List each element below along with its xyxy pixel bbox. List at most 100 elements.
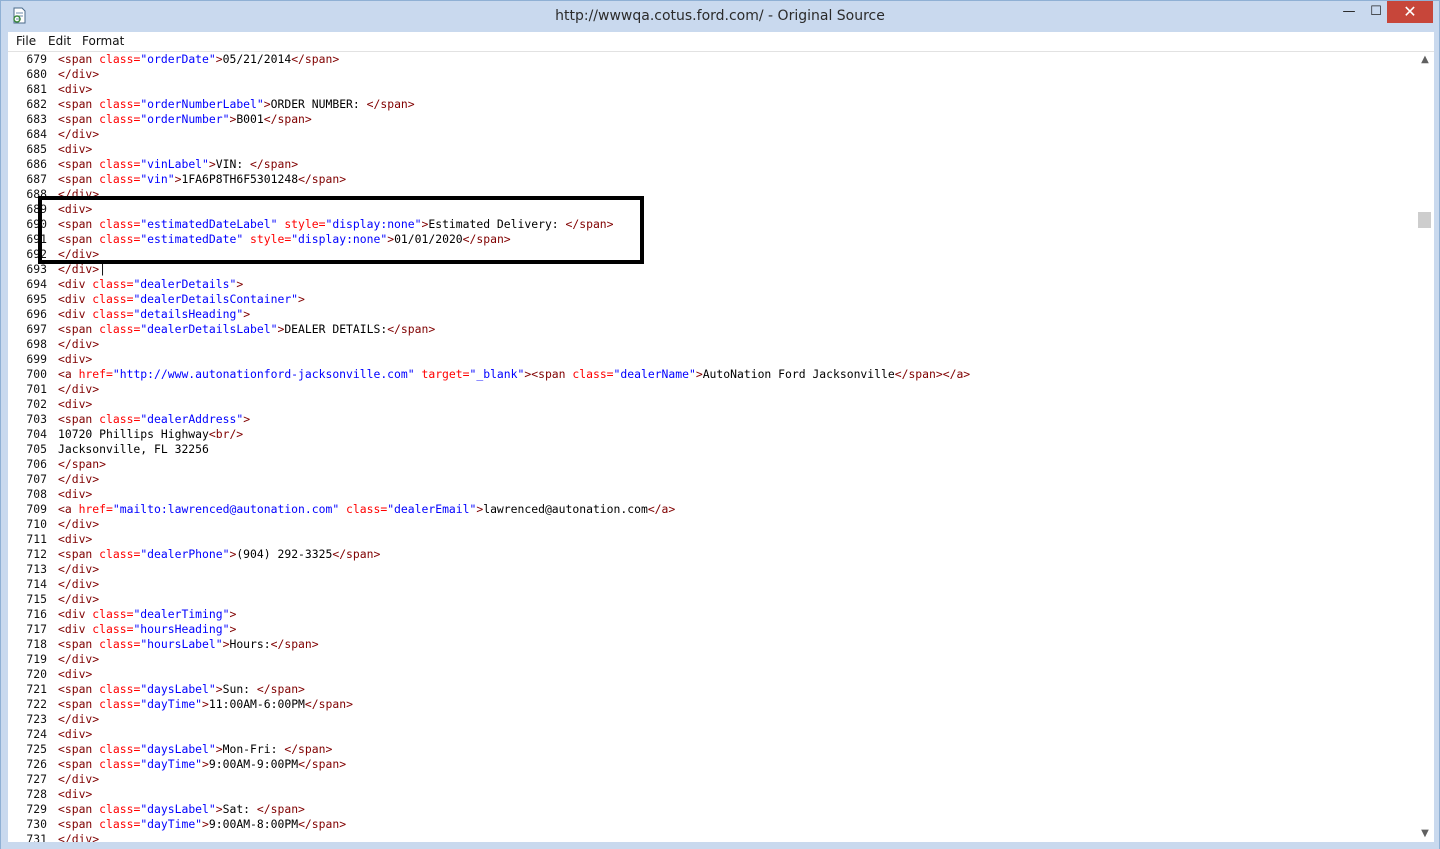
line-source: <span class="dealerDetailsLabel">DEALER … [58,322,436,336]
code-line[interactable]: 713 </div> [8,562,99,577]
line-source: </div> [58,517,100,531]
code-line[interactable]: 683 <span class="orderNumber">B001</span> [8,112,311,127]
code-line[interactable]: 712 <span class="dealerPhone">(904) 292-3… [8,547,380,562]
close-icon[interactable]: ✕ [1387,1,1433,23]
line-number: 719 [26,652,47,666]
code-line[interactable]: 682 <span class="orderNumberLabel">ORDER … [8,97,414,112]
line-source: </div> [58,712,100,726]
title-bar[interactable]: http://wwwqa.cotus.ford.com/ - Original … [1,1,1439,32]
line-number: 716 [26,607,47,621]
line-source: <div class="hoursHeading"> [58,622,237,636]
menu-file[interactable]: File [16,34,36,48]
code-line[interactable]: 700 <a href="http://www.autonationford-ja… [8,367,970,382]
line-number: 721 [26,682,47,696]
vertical-scrollbar[interactable]: ▲ ▼ [1416,52,1434,842]
line-number: 712 [26,547,47,561]
source-viewer-window: http://wwwqa.cotus.ford.com/ - Original … [0,0,1440,849]
code-line[interactable]: 716 <div class="dealerTiming"> [8,607,236,622]
scrollbar-thumb[interactable] [1418,212,1431,228]
line-source: <span class="hoursLabel">Hours:</span> [58,637,319,651]
code-line[interactable]: 698 </div> [8,337,99,352]
code-line[interactable]: 708 <div> [8,487,92,502]
code-line[interactable]: 701 </div> [8,382,99,397]
code-line[interactable]: 721 <span class="daysLabel">Sun: </span> [8,682,305,697]
highlight-rectangle [38,196,644,264]
code-line[interactable]: 730 <span class="dayTime">9:00AM-8:00PM</… [8,817,346,832]
code-line[interactable]: 722 <span class="dayTime">11:00AM-6:00PM<… [8,697,353,712]
line-source: <a href="mailto:lawrenced@autonation.com… [58,502,676,516]
line-number: 705 [26,442,47,456]
line-number: 717 [26,622,47,636]
minimize-icon[interactable]: — [1334,1,1364,23]
line-source: <span class="orderNumber">B001</span> [58,112,312,126]
code-line[interactable]: 696 <div class="detailsHeading"> [8,307,250,322]
code-line[interactable]: 727 </div> [8,772,99,787]
line-number: 714 [26,577,47,591]
code-line[interactable]: 726 <span class="dayTime">9:00AM-9:00PM</… [8,757,346,772]
line-source: <div> [58,727,93,741]
line-number: 683 [26,112,47,126]
line-source: <div> [58,397,93,411]
line-source: </div> [58,652,100,666]
scroll-up-arrow-icon[interactable]: ▲ [1416,52,1434,68]
code-line[interactable]: 729 <span class="daysLabel">Sat: </span> [8,802,305,817]
code-line[interactable]: 723 </div> [8,712,99,727]
line-number: 706 [26,457,47,471]
code-line[interactable]: 714 </div> [8,577,99,592]
code-line[interactable]: 685 <div> [8,142,92,157]
line-number: 704 [26,427,47,441]
line-number: 713 [26,562,47,576]
line-number: 686 [26,157,47,171]
code-line[interactable]: 697 <span class="dealerDetailsLabel">DEAL… [8,322,435,337]
menu-edit[interactable]: Edit [48,34,71,48]
line-number: 725 [26,742,47,756]
menu-format[interactable]: Format [82,34,124,48]
line-source: <div> [58,532,93,546]
code-line[interactable]: 695 <div class="dealerDetailsContainer"> [8,292,304,307]
line-source: <div> [58,667,93,681]
code-line[interactable]: 717 <div class="hoursHeading"> [8,622,236,637]
code-line[interactable]: 703 <span class="dealerAddress"> [8,412,250,427]
line-source: <div> [58,142,93,156]
code-line[interactable]: 709 <a href="mailto:lawrenced@autonation.… [8,502,675,517]
code-line[interactable]: 679 <span class="orderDate">05/21/2014</s… [8,52,339,67]
code-line[interactable]: 731 </div> [8,832,99,842]
line-source: </div> [58,67,100,81]
code-line[interactable]: 684 </div> [8,127,99,142]
line-number: 724 [26,727,47,741]
code-line[interactable]: 724 <div> [8,727,92,742]
line-number: 707 [26,472,47,486]
code-line[interactable]: 718 <span class="hoursLabel">Hours:</span… [8,637,318,652]
code-line[interactable]: 699 <div> [8,352,92,367]
code-line[interactable]: 704 10720 Phillips Highway<br/> [8,427,243,442]
line-source: <span class="vin">1FA6P8TH6F5301248</spa… [58,172,347,186]
code-line[interactable]: 710 </div> [8,517,99,532]
line-number: 695 [26,292,47,306]
line-number: 699 [26,352,47,366]
code-line[interactable]: 687 <span class="vin">1FA6P8TH6F5301248</… [8,172,346,187]
code-line[interactable]: 693 </div>| [8,262,106,277]
line-source: </span> [58,457,107,471]
code-line[interactable]: 694 <div class="dealerDetails"> [8,277,243,292]
line-source: </div> [58,382,100,396]
code-line[interactable]: 702 <div> [8,397,92,412]
code-line[interactable]: 720 <div> [8,667,92,682]
scroll-down-arrow-icon[interactable]: ▼ [1416,826,1434,842]
code-line[interactable]: 681 <div> [8,82,92,97]
code-line[interactable]: 680 </div> [8,67,99,82]
menu-bar: File Edit Format [8,32,1434,52]
line-number: 726 [26,757,47,771]
line-source: <span class="dealerPhone">(904) 292-3325… [58,547,381,561]
code-line[interactable]: 706 </span> [8,457,106,472]
code-line[interactable]: 728 <div> [8,787,92,802]
line-source: </div> [58,127,100,141]
line-number: 701 [26,382,47,396]
code-line[interactable]: 686 <span class="vinLabel">VIN: </span> [8,157,298,172]
code-line[interactable]: 715 </div> [8,592,99,607]
code-line[interactable]: 711 <div> [8,532,92,547]
code-line[interactable]: 719 </div> [8,652,99,667]
code-line[interactable]: 705 Jacksonville, FL 32256 [8,442,208,457]
code-line[interactable]: 725 <span class="daysLabel">Mon-Fri: </sp… [8,742,332,757]
code-line[interactable]: 707 </div> [8,472,99,487]
source-code-editor[interactable]: 679 <span class="orderDate">05/21/2014</s… [8,52,1434,842]
